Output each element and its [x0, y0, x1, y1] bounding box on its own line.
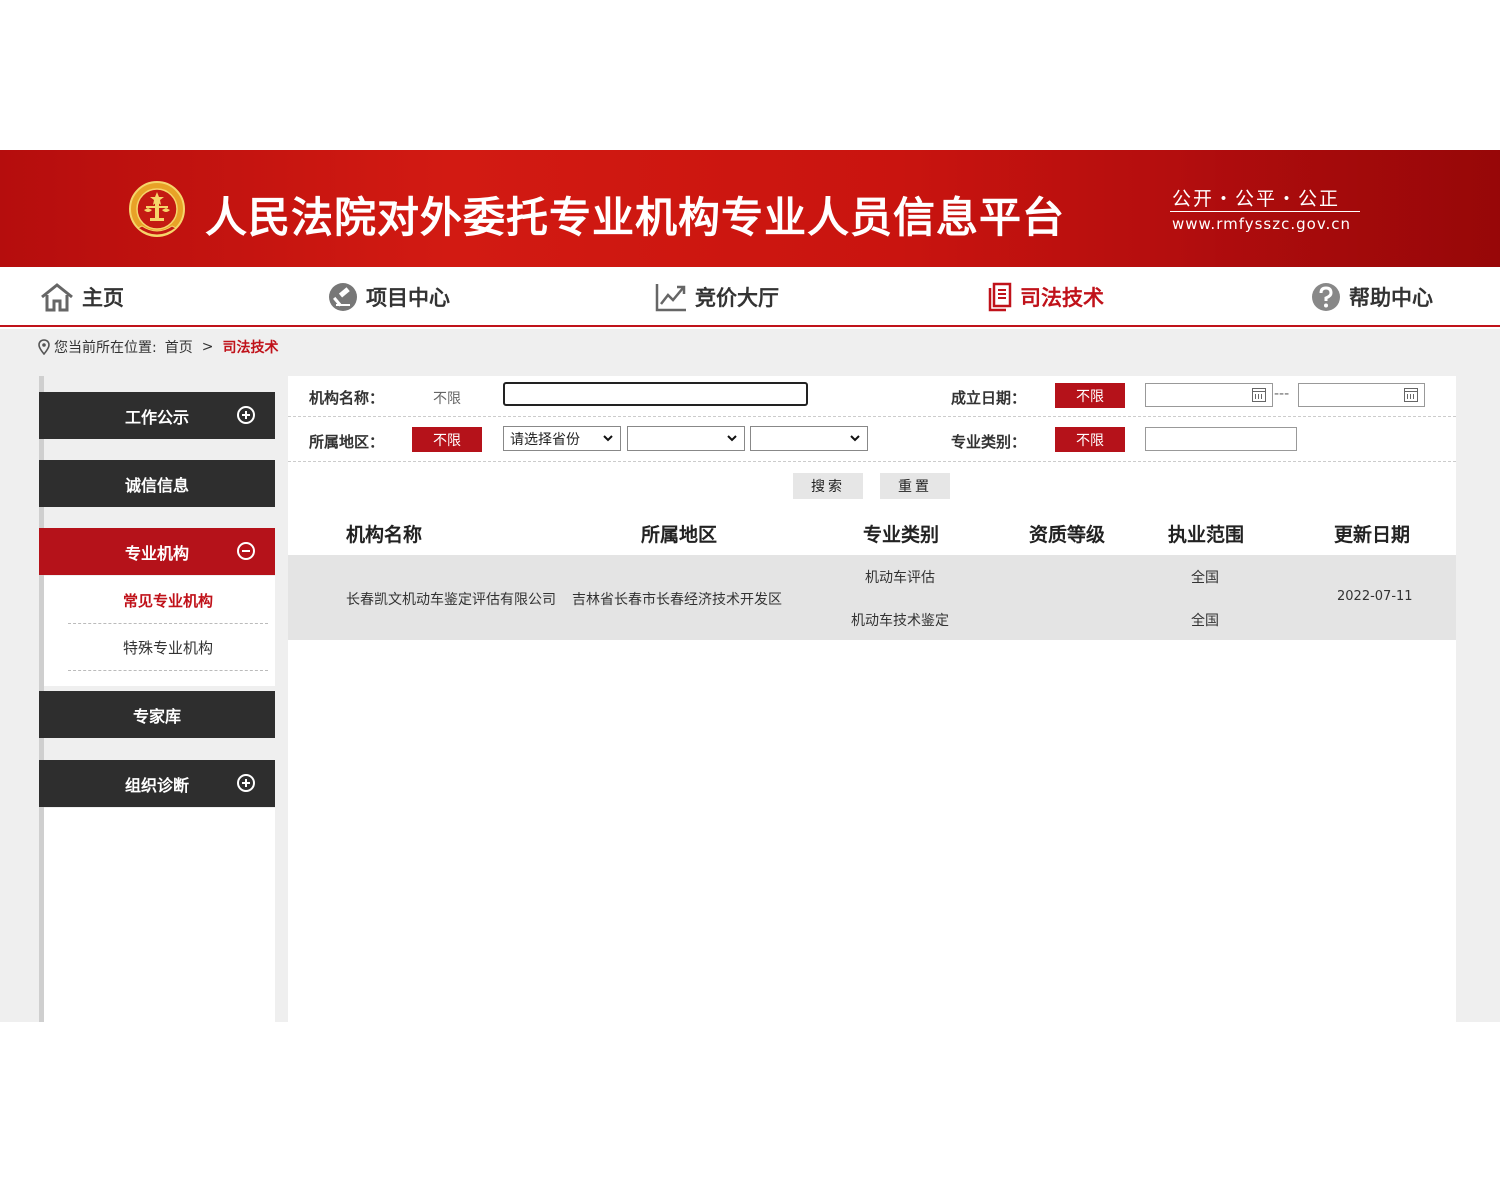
home-icon: [40, 282, 74, 312]
cell-org-name[interactable]: 长春凯文机动车鉴定评估有限公司: [346, 589, 556, 609]
chevron-down-icon: [603, 435, 613, 442]
nav-label-judicial-tech: 司法技术: [1020, 286, 1104, 310]
search-button[interactable]: 搜索: [793, 473, 863, 499]
cell-category: 机动车技术鉴定: [851, 613, 949, 629]
cell-region: 吉林省长春市长春经济技术开发区: [572, 592, 782, 608]
slogan-divider: [1170, 211, 1360, 212]
founded-date-unlimited-tag[interactable]: 不限: [1055, 383, 1125, 408]
province-select-value: 请选择省份: [510, 431, 580, 448]
sidebar-item-label: 工作公示: [124, 407, 189, 427]
date-from-input[interactable]: [1145, 383, 1273, 407]
founded-date-label: 成立日期：: [951, 389, 1027, 407]
sidebar-submenu: 常见专业机构 特殊专业机构: [39, 576, 275, 686]
nav-item-judicial-tech[interactable]: 司法技术: [988, 267, 1104, 327]
document-icon: [988, 282, 1012, 312]
sidebar-item-credit-info[interactable]: 诚信信息: [39, 460, 275, 507]
trend-chart-icon: [655, 282, 687, 312]
submenu-item-common-orgs[interactable]: 常见专业机构: [68, 578, 268, 624]
main-panel: 机构名称： 不限 成立日期： 不限 --- 所属地区： 不限 请选择省份 专业类…: [288, 376, 1456, 1022]
category-label: 专业类别：: [951, 433, 1027, 451]
sidebar-item-work-notice[interactable]: 工作公示: [39, 392, 275, 439]
sidebar-item-professional-orgs[interactable]: 专业机构: [39, 528, 275, 575]
column-header-updated: 更新日期: [1334, 524, 1411, 546]
org-name-label: 机构名称：: [309, 389, 385, 407]
column-header-scope: 执业范围: [1168, 524, 1245, 546]
filter-row-divider: [288, 461, 1456, 462]
breadcrumb: 您当前所在位置: 首页 > 司法技术: [38, 337, 278, 357]
nav-item-home[interactable]: 主页: [40, 267, 124, 327]
nav-item-bidding[interactable]: 竞价大厅: [655, 267, 779, 327]
sidebar-item-label: 组织诊断: [124, 775, 189, 795]
cell-scope: 全国: [1191, 613, 1219, 629]
date-to-input[interactable]: [1298, 383, 1425, 407]
cell-scope: 全国: [1191, 570, 1219, 586]
breadcrumb-prefix: 您当前所在位置:: [54, 340, 157, 356]
main-nav: 主页 项目中心 竞价大厅 司法技术 帮助中心: [0, 267, 1500, 327]
gavel-icon: [328, 282, 358, 312]
column-header-org-name: 机构名称: [346, 524, 423, 546]
category-unlimited-tag[interactable]: 不限: [1055, 427, 1125, 452]
category-input[interactable]: [1145, 427, 1297, 451]
location-pin-icon: [38, 339, 50, 355]
site-url: www.rmfysszc.gov.cn: [1172, 215, 1352, 233]
calendar-icon[interactable]: [1404, 388, 1418, 402]
expand-plus-icon[interactable]: [237, 406, 255, 424]
region-unlimited-tag[interactable]: 不限: [412, 427, 482, 452]
date-range-separator: ---: [1274, 386, 1290, 402]
expand-plus-icon[interactable]: [237, 774, 255, 792]
nav-label-help: 帮助中心: [1349, 286, 1433, 310]
sidebar-item-label: 诚信信息: [124, 475, 189, 495]
breadcrumb-current: 司法技术: [222, 340, 279, 356]
cell-updated-date: 2022-07-11: [1337, 589, 1413, 604]
nav-label-projects: 项目中心: [366, 286, 450, 310]
city-select[interactable]: [627, 426, 745, 451]
nav-item-help[interactable]: 帮助中心: [1311, 267, 1433, 327]
district-select[interactable]: [750, 426, 868, 451]
breadcrumb-separator: >: [201, 339, 214, 355]
nav-label-bidding: 竞价大厅: [695, 286, 779, 310]
chevron-down-icon: [850, 435, 860, 442]
org-name-unlimited[interactable]: 不限: [433, 388, 461, 408]
calendar-icon[interactable]: [1252, 388, 1266, 402]
site-title: 人民法院对外委托专业机构专业人员信息平台: [205, 193, 1066, 242]
collapse-minus-icon[interactable]: [237, 542, 255, 560]
sidebar-item-org-diagnosis[interactable]: 组织诊断: [39, 760, 275, 807]
column-header-region: 所属地区: [641, 524, 718, 546]
filter-row-divider: [288, 416, 1456, 417]
help-icon: [1311, 282, 1341, 312]
cell-category: 机动车评估: [865, 570, 935, 586]
chevron-down-icon: [727, 435, 737, 442]
nav-label-home: 主页: [82, 286, 124, 310]
court-emblem-icon: [129, 181, 185, 237]
reset-button[interactable]: 重置: [880, 473, 950, 499]
sidebar-item-label: 专业机构: [124, 543, 189, 563]
sidebar-item-label: 专家库: [132, 706, 181, 726]
nav-item-projects[interactable]: 项目中心: [328, 267, 450, 327]
sidebar-blank: [44, 808, 275, 1022]
breadcrumb-home[interactable]: 首页: [165, 337, 193, 357]
site-slogan: 公开・公平・公正: [1172, 188, 1341, 210]
org-name-input[interactable]: [503, 382, 808, 406]
column-header-category: 专业类别: [863, 524, 940, 546]
column-header-qualification: 资质等级: [1029, 524, 1106, 546]
submenu-item-special-orgs[interactable]: 特殊专业机构: [68, 625, 268, 671]
region-label: 所属地区：: [309, 433, 385, 451]
province-select[interactable]: 请选择省份: [503, 426, 621, 451]
sidebar-item-expert-pool[interactable]: 专家库: [39, 691, 275, 738]
